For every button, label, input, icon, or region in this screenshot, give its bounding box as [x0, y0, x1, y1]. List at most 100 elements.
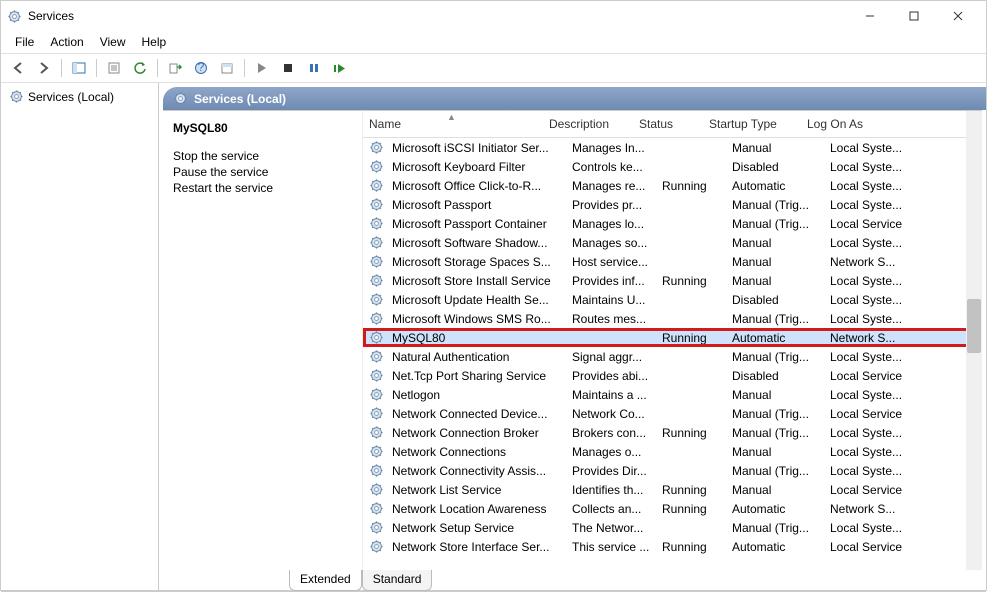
cell-startup: Manual (Trig...: [726, 407, 824, 421]
service-row[interactable]: NetlogonMaintains a ...ManualLocal Syste…: [363, 385, 982, 404]
gear-icon: [369, 197, 384, 212]
service-row[interactable]: Microsoft Storage Spaces S...Host servic…: [363, 252, 982, 271]
cell-startup: Manual (Trig...: [726, 464, 824, 478]
restart-link[interactable]: Restart: [173, 181, 212, 195]
cell-status: Running: [656, 179, 726, 193]
cell-description: Provides inf...: [566, 274, 656, 288]
service-row[interactable]: Microsoft Store Install ServiceProvides …: [363, 271, 982, 290]
menu-help[interactable]: Help: [136, 33, 173, 51]
tab-extended[interactable]: Extended: [289, 570, 362, 591]
pause-service-button[interactable]: [303, 57, 325, 79]
stop-link[interactable]: Stop: [173, 149, 198, 163]
gear-icon: [369, 387, 384, 402]
cell-logon: Local Syste...: [824, 521, 914, 535]
cell-startup: Automatic: [726, 179, 824, 193]
service-row[interactable]: Microsoft Update Health Se...Maintains U…: [363, 290, 982, 309]
col-description[interactable]: Description: [543, 117, 633, 131]
cell-startup: Automatic: [726, 502, 824, 516]
service-row[interactable]: Network Setup ServiceThe Networ...Manual…: [363, 518, 982, 537]
cell-startup: Manual: [726, 388, 824, 402]
service-row[interactable]: Microsoft Keyboard FilterControls ke...D…: [363, 157, 982, 176]
menu-view[interactable]: View: [94, 33, 132, 51]
gear-icon: [369, 444, 384, 459]
cell-startup: Manual (Trig...: [726, 426, 824, 440]
service-row[interactable]: Net.Tcp Port Sharing ServiceProvides abi…: [363, 366, 982, 385]
cell-startup: Manual: [726, 255, 824, 269]
nav-back-button[interactable]: [7, 57, 29, 79]
stop-service-button[interactable]: [277, 57, 299, 79]
schedule-button[interactable]: [216, 57, 238, 79]
cell-description: Collects an...: [566, 502, 656, 516]
cell-description: Manages In...: [566, 141, 656, 155]
cell-startup: Manual (Trig...: [726, 350, 824, 364]
arrow-right-icon: [37, 61, 51, 75]
help-button[interactable]: ?: [190, 57, 212, 79]
cell-logon: Local Service: [824, 369, 914, 383]
gear-icon: [369, 463, 384, 478]
cell-logon: Local Syste...: [824, 426, 914, 440]
nav-forward-button[interactable]: [33, 57, 55, 79]
service-row[interactable]: Network Store Interface Ser...This servi…: [363, 537, 982, 556]
service-list[interactable]: Microsoft iSCSI Initiator Ser...Manages …: [363, 138, 982, 570]
calendar-icon: [220, 61, 234, 75]
restart-service-button[interactable]: [329, 57, 351, 79]
gear-icon: [369, 311, 384, 326]
properties-button[interactable]: [103, 57, 125, 79]
cell-name: Netlogon: [386, 388, 566, 402]
col-status[interactable]: Status: [633, 117, 703, 131]
service-row[interactable]: Network ConnectionsManages o...ManualLoc…: [363, 442, 982, 461]
cell-startup: Manual: [726, 141, 824, 155]
menubar: File Action View Help: [1, 31, 986, 53]
menu-action[interactable]: Action: [44, 33, 89, 51]
export-button[interactable]: [164, 57, 186, 79]
tab-standard[interactable]: Standard: [362, 570, 433, 591]
scroll-thumb[interactable]: [967, 299, 981, 353]
service-row[interactable]: Network List ServiceIdentifies th...Runn…: [363, 480, 982, 499]
refresh-button[interactable]: [129, 57, 151, 79]
cell-startup: Disabled: [726, 160, 824, 174]
cell-logon: Local Syste...: [824, 198, 914, 212]
cell-name: Network Connections: [386, 445, 566, 459]
tree-root-item[interactable]: Services (Local): [5, 87, 154, 106]
cell-logon: Local Syste...: [824, 312, 914, 326]
service-row[interactable]: Microsoft iSCSI Initiator Ser...Manages …: [363, 138, 982, 157]
cell-name: Network Connection Broker: [386, 426, 566, 440]
cell-startup: Manual: [726, 236, 824, 250]
service-row[interactable]: Network Connectivity Assis...Provides Di…: [363, 461, 982, 480]
maximize-button[interactable]: [892, 2, 936, 30]
gear-icon: [369, 368, 384, 383]
cell-name: Microsoft iSCSI Initiator Ser...: [386, 141, 566, 155]
service-row[interactable]: Microsoft Office Click-to-R...Manages re…: [363, 176, 982, 195]
cell-description: Identifies th...: [566, 483, 656, 497]
col-logon[interactable]: Log On As: [801, 117, 891, 131]
scrollbar[interactable]: [966, 111, 982, 570]
service-row[interactable]: Microsoft PassportProvides pr...Manual (…: [363, 195, 982, 214]
restart-icon: [333, 62, 347, 74]
service-row[interactable]: Network Connected Device...Network Co...…: [363, 404, 982, 423]
detail-service-name: MySQL80: [173, 121, 352, 135]
cell-startup: Manual: [726, 483, 824, 497]
service-row[interactable]: Natural AuthenticationSignal aggr... Manu…: [363, 347, 982, 366]
minimize-button[interactable]: [848, 2, 892, 30]
sort-indicator-icon: ▲: [447, 112, 456, 122]
start-service-button[interactable]: [251, 57, 273, 79]
service-row[interactable]: Network Connection BrokerBrokers con...R…: [363, 423, 982, 442]
window-title: Services: [28, 9, 74, 23]
cell-description: Signal aggr...: [566, 350, 656, 364]
service-row[interactable]: Microsoft Windows SMS Ro...Routes mes...…: [363, 309, 982, 328]
service-row[interactable]: MySQL80RunningAutomaticNetwork S...: [363, 328, 982, 347]
cell-name: Natural Authentication: [386, 350, 566, 364]
show-hide-tree-button[interactable]: [68, 57, 90, 79]
gear-icon: [369, 349, 384, 364]
service-row[interactable]: Microsoft Passport ContainerManages lo..…: [363, 214, 982, 233]
gear-icon: [369, 273, 384, 288]
cell-name: Network Location Awareness: [386, 502, 566, 516]
svg-text:?: ?: [198, 61, 205, 74]
cell-name: Microsoft Keyboard Filter: [386, 160, 566, 174]
col-startup[interactable]: Startup Type: [703, 117, 801, 131]
service-row[interactable]: Network Location AwarenessCollects an...…: [363, 499, 982, 518]
menu-file[interactable]: File: [9, 33, 40, 51]
close-button[interactable]: [936, 2, 980, 30]
pause-link[interactable]: Pause: [173, 165, 207, 179]
service-row[interactable]: Microsoft Software Shadow...Manages so..…: [363, 233, 982, 252]
